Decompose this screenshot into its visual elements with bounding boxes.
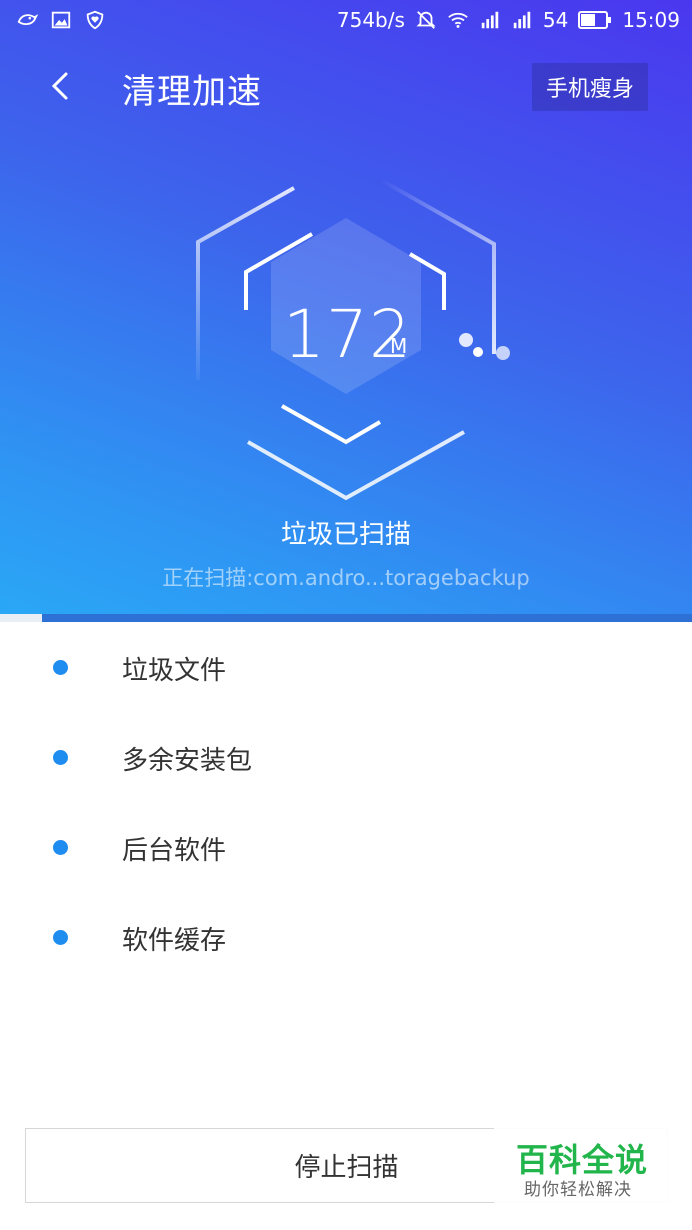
category-list: 垃圾文件 多余安装包 后台软件 软件缓存 [0, 622, 692, 982]
bullet-dot-icon [53, 660, 68, 675]
chevron-left-icon [51, 72, 68, 100]
list-item[interactable]: 软件缓存 [0, 892, 692, 982]
list-item-label: 多余安装包 [122, 746, 253, 776]
list-item-label: 后台软件 [122, 836, 227, 866]
scan-current-path: 正在扫描:com.andro...toragebackup [162, 566, 530, 590]
app-header: 清理加速 手机瘦身 [0, 50, 692, 124]
bullet-dot-icon [53, 930, 68, 945]
hex-bracket-bottom [281, 404, 382, 445]
outer-hex-bottom [247, 430, 465, 501]
watermark: 百科全说 助你轻松解决 [494, 1127, 670, 1205]
list-item[interactable]: 垃圾文件 [0, 622, 692, 712]
bullet-dot-icon [53, 750, 68, 765]
battery-icon [578, 11, 612, 29]
list-item-label: 垃圾文件 [122, 656, 227, 686]
scan-status: 垃圾已扫描 [280, 520, 411, 550]
image-icon [51, 11, 71, 29]
list-item[interactable]: 多余安装包 [0, 712, 692, 802]
clock: 15:09 [622, 8, 680, 32]
bird-icon [17, 14, 38, 25]
wifi-icon [448, 12, 468, 28]
signal-icon [513, 11, 531, 29]
battery-level: 54 [542, 8, 569, 32]
network-speed: 754b/s [336, 8, 405, 32]
orbit-dot [473, 347, 483, 357]
bullet-dot-icon [53, 840, 68, 855]
watermark-subtitle: 助你轻松解决 [524, 1180, 632, 1200]
signal-icon [481, 11, 499, 29]
scan-progress-bar [0, 614, 692, 622]
status-bar: 754b/s 54 15:09 [0, 0, 692, 44]
shield-heart-icon [86, 10, 104, 30]
orbit-dot [496, 346, 510, 360]
back-button[interactable] [40, 64, 80, 108]
scan-progress-fill [0, 614, 42, 622]
mute-icon [416, 11, 436, 29]
list-item[interactable]: 后台软件 [0, 802, 692, 892]
orbit-dot [459, 333, 473, 347]
junk-size-unit: M [390, 334, 408, 358]
scan-hero: 754b/s 54 15:09 清理加速 手机瘦身 172 M 垃圾已扫描 正在… [0, 0, 692, 622]
page-title: 清理加速 [122, 72, 262, 112]
list-item-label: 软件缓存 [122, 926, 227, 956]
phone-slim-button[interactable]: 手机瘦身 [531, 63, 648, 111]
